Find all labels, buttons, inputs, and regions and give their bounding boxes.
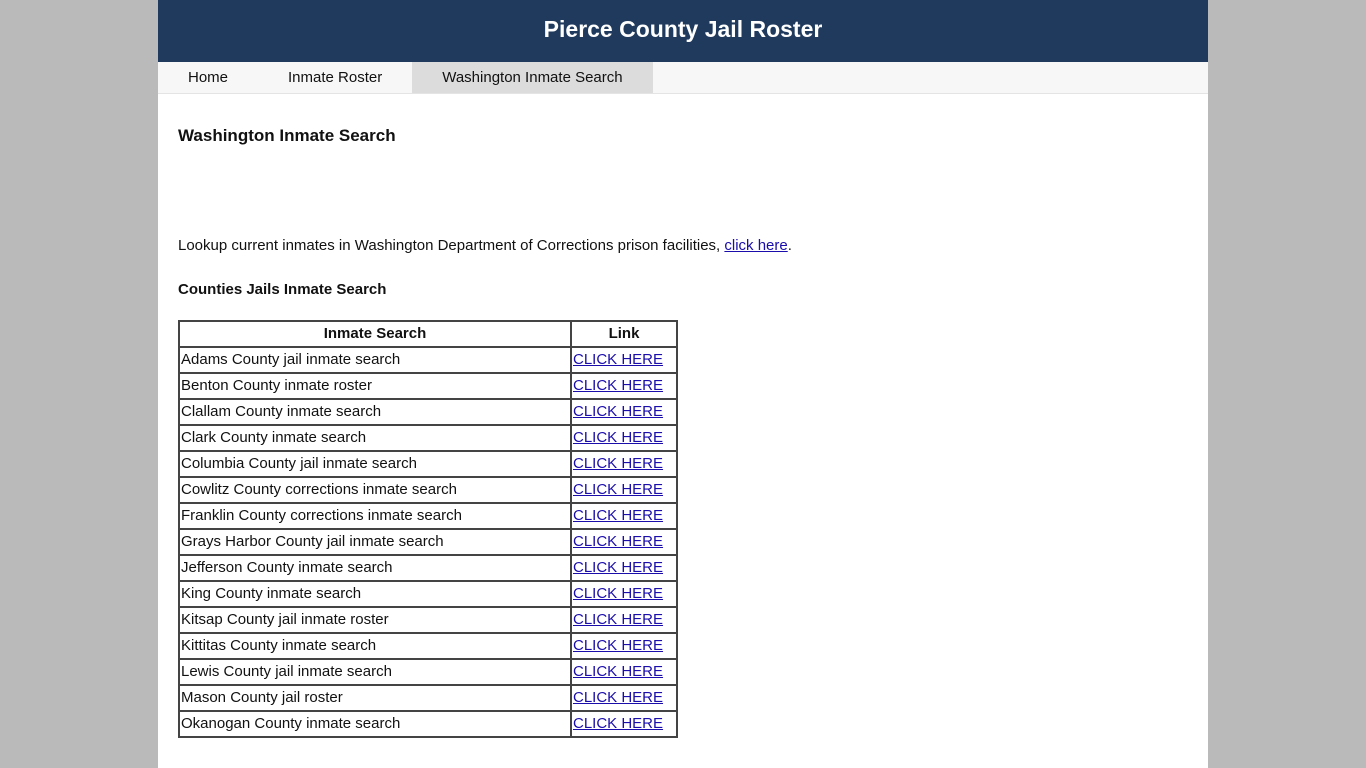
link-cell: CLICK HERE: [570, 502, 678, 530]
table-row: Lewis County jail inmate search CLICK HER…: [178, 658, 678, 686]
county-name-cell: Okanogan County inmate search: [178, 710, 572, 738]
click-here-link[interactable]: CLICK HERE: [573, 481, 663, 498]
click-here-link[interactable]: CLICK HERE: [573, 663, 663, 680]
table-row: Cowlitz County corrections inmate search…: [178, 476, 678, 504]
column-header-link: Link: [570, 320, 678, 348]
county-name-cell: Benton County inmate roster: [178, 372, 572, 400]
link-cell: CLICK HERE: [570, 450, 678, 478]
table-row: Grays Harbor County jail inmate search CL…: [178, 528, 678, 556]
table-row: Franklin County corrections inmate searc…: [178, 502, 678, 530]
main-nav: Home Inmate Roster Washington Inmate Sea…: [158, 62, 1208, 94]
county-name-cell: Kittitas County inmate search: [178, 632, 572, 660]
county-name-cell: Clallam County inmate search: [178, 398, 572, 426]
link-cell: CLICK HERE: [570, 528, 678, 556]
table-row: Benton County inmate roster CLICK HERE: [178, 372, 678, 400]
click-here-link[interactable]: CLICK HERE: [573, 585, 663, 602]
click-here-link[interactable]: CLICK HERE: [573, 455, 663, 472]
nav-item-inmate-roster[interactable]: Inmate Roster: [258, 62, 412, 93]
link-cell: CLICK HERE: [570, 372, 678, 400]
click-here-link[interactable]: CLICK HERE: [573, 611, 663, 628]
county-name-cell: Lewis County jail inmate search: [178, 658, 572, 686]
table-row: Kitsap County jail inmate roster CLICK HE…: [178, 606, 678, 634]
click-here-link[interactable]: CLICK HERE: [573, 403, 663, 420]
table-row: Okanogan County inmate search CLICK HERE: [178, 710, 678, 738]
click-here-link[interactable]: CLICK HERE: [573, 533, 663, 550]
link-cell: CLICK HERE: [570, 424, 678, 452]
county-name-cell: Adams County jail inmate search: [178, 346, 572, 374]
county-name-cell: Clark County inmate search: [178, 424, 572, 452]
link-cell: CLICK HERE: [570, 580, 678, 608]
link-cell: CLICK HERE: [570, 658, 678, 686]
link-cell: CLICK HERE: [570, 710, 678, 738]
column-header-inmate-search: Inmate Search: [178, 320, 572, 348]
link-cell: CLICK HERE: [570, 684, 678, 712]
county-search-table: Inmate Search Link Adams County jail inm…: [178, 320, 678, 738]
nav-item-home[interactable]: Home: [158, 62, 258, 93]
click-here-link[interactable]: CLICK HERE: [573, 377, 663, 394]
county-name-cell: Franklin County corrections inmate searc…: [178, 502, 572, 530]
county-name-cell: Columbia County jail inmate search: [178, 450, 572, 478]
link-cell: CLICK HERE: [570, 476, 678, 504]
table-row: Jefferson County inmate search CLICK HERE: [178, 554, 678, 582]
intro-text: Lookup current inmates in Washington Dep…: [178, 237, 725, 254]
doc-click-here-link[interactable]: click here: [724, 237, 787, 254]
table-row: Columbia County jail inmate search CLICK …: [178, 450, 678, 478]
site-header: Pierce County Jail Roster: [158, 0, 1208, 62]
county-name-cell: Grays Harbor County jail inmate search: [178, 528, 572, 556]
table-row: Mason County jail roster CLICK HERE: [178, 684, 678, 712]
table-row: Clallam County inmate search CLICK HERE: [178, 398, 678, 426]
link-cell: CLICK HERE: [570, 632, 678, 660]
county-name-cell: Kitsap County jail inmate roster: [178, 606, 572, 634]
click-here-link[interactable]: CLICK HERE: [573, 689, 663, 706]
click-here-link[interactable]: CLICK HERE: [573, 507, 663, 524]
intro-suffix: .: [787, 237, 792, 254]
link-cell: CLICK HERE: [570, 606, 678, 634]
site-title: Pierce County Jail Roster: [543, 15, 823, 42]
county-name-cell: Jefferson County inmate search: [178, 554, 572, 582]
click-here-link[interactable]: CLICK HERE: [573, 429, 663, 446]
nav-item-washington-inmate-search[interactable]: Washington Inmate Search: [412, 62, 653, 93]
county-name-cell: King County inmate search: [178, 580, 572, 608]
section-title: Counties Jails Inmate Search: [178, 281, 387, 298]
table-header-row: Inmate Search Link: [178, 320, 678, 348]
main-content: Washington Inmate Search Lookup current …: [158, 94, 1208, 738]
page-container: Pierce County Jail Roster Home Inmate Ro…: [158, 0, 1208, 768]
link-cell: CLICK HERE: [570, 554, 678, 582]
table-row: Kittitas County inmate search CLICK HERE: [178, 632, 678, 660]
link-cell: CLICK HERE: [570, 346, 678, 374]
page-title: Washington Inmate Search: [178, 126, 396, 145]
table-row: King County inmate search CLICK HERE: [178, 580, 678, 608]
click-here-link[interactable]: CLICK HERE: [573, 559, 663, 576]
click-here-link[interactable]: CLICK HERE: [573, 351, 663, 368]
click-here-link[interactable]: CLICK HERE: [573, 637, 663, 654]
link-cell: CLICK HERE: [570, 398, 678, 426]
click-here-link[interactable]: CLICK HERE: [573, 715, 663, 732]
county-name-cell: Mason County jail roster: [178, 684, 572, 712]
county-name-cell: Cowlitz County corrections inmate search: [178, 476, 572, 504]
table-row: Adams County jail inmate search CLICK HER…: [178, 346, 678, 374]
intro-paragraph: Lookup current inmates in Washington Dep…: [178, 236, 1188, 256]
table-row: Clark County inmate search CLICK HERE: [178, 424, 678, 452]
